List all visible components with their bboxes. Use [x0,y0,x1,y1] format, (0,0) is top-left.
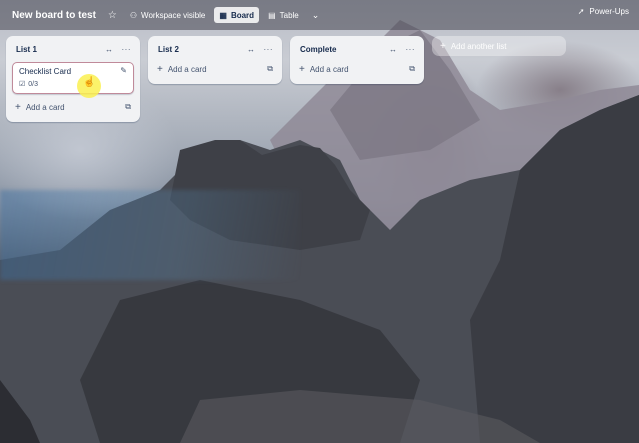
list-column: List 2 ↔ ··· + Add a card ⧉ [148,36,282,84]
add-card-label: Add a card [167,64,207,74]
rocket-icon: ➚ [577,7,585,16]
add-card-button[interactable]: + Add a card ⧉ [12,98,134,116]
add-card-button[interactable]: + Add a card ⧉ [154,60,276,78]
background-haze [0,190,300,280]
plus-icon: + [157,63,163,75]
pencil-icon[interactable]: ✎ [120,66,127,75]
list-header: List 1 ↔ ··· [12,42,134,56]
list-title[interactable]: Complete [300,45,381,54]
template-icon[interactable]: ⧉ [409,64,415,74]
people-icon: ⚇ [129,10,138,20]
plus-icon: + [299,63,305,75]
collapse-icon[interactable]: ↔ [105,45,114,54]
visibility-button[interactable]: ⚇ Workspace visible [125,7,211,23]
add-card-button[interactable]: + Add a card ⧉ [296,60,418,78]
view-board-button[interactable]: ▦ Board [214,7,260,23]
add-list-button[interactable]: + Add another list [432,36,566,56]
table-icon: ▤ [268,10,276,20]
checklist-icon: ☑ [19,81,26,88]
view-table-label: Table [279,10,299,20]
template-icon[interactable]: ⧉ [125,102,131,112]
collapse-icon[interactable]: ↔ [247,45,256,54]
board-header: New board to test ☆ ⚇ Workspace visible … [0,0,639,30]
more-icon[interactable]: ··· [406,45,416,54]
powerups-button[interactable]: ➚ Power-Ups [578,7,629,16]
view-board-label: Board [230,10,255,20]
checklist-count: 0/3 [28,80,39,88]
board-icon: ▦ [219,10,227,20]
list-header: Complete ↔ ··· [296,42,418,56]
add-list-label: Add another list [450,41,507,51]
list-title[interactable]: List 1 [16,45,97,54]
star-icon[interactable]: ☆ [108,10,117,21]
list-title[interactable]: List 2 [158,45,239,54]
collapse-icon[interactable]: ↔ [389,45,398,54]
checklist-badge: ☑ 0/3 [19,80,127,89]
hand-cursor-icon: ☝ [83,77,96,88]
template-icon[interactable]: ⧉ [267,64,273,74]
plus-icon: + [440,40,446,52]
powerups-label: Power-Ups [589,7,629,16]
visibility-label: Workspace visible [141,10,206,20]
chevron-down-icon[interactable]: ⌄ [312,10,320,21]
add-card-label: Add a card [25,102,65,112]
plus-icon: + [15,101,21,113]
list-header: List 2 ↔ ··· [154,42,276,56]
card-title: Checklist Card [19,67,72,76]
list-column: Complete ↔ ··· + Add a card ⧉ [290,36,424,84]
more-icon[interactable]: ··· [264,45,274,54]
board-title[interactable]: New board to test [12,10,96,21]
add-card-label: Add a card [309,64,349,74]
card[interactable]: Checklist Card ☑ 0/3 ✎ ☝ [12,62,134,98]
list-column: List 1 ↔ ··· Checklist Card ☑ 0/3 ✎ ☝ + … [6,36,140,122]
more-icon[interactable]: ··· [122,45,132,54]
view-table-button[interactable]: ▤ Table [263,7,304,23]
